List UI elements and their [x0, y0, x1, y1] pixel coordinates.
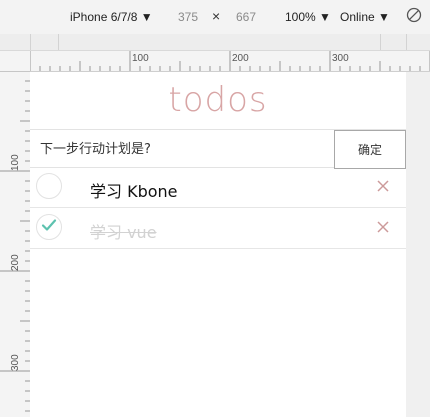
ruler-left-label: 300 [10, 354, 21, 371]
ruler-top-label: 100 [132, 53, 149, 64]
page-viewport: todos 确定 学习 Kbone 学习 vue [30, 72, 406, 417]
close-icon[interactable] [373, 217, 393, 237]
dimension-separator: × [212, 8, 221, 24]
ruler-corner [0, 51, 31, 72]
confirm-button[interactable]: 确定 [334, 130, 406, 169]
device-select[interactable]: iPhone 6/7/8 ▼ [70, 10, 153, 24]
viewport-gutter [406, 72, 430, 417]
close-icon[interactable] [373, 176, 393, 196]
ruler-top-label: 300 [332, 53, 349, 64]
viewport-width[interactable]: 375 [178, 10, 198, 24]
app-title: todos [168, 80, 268, 120]
zoom-select[interactable]: 100% ▼ [285, 10, 331, 24]
todo-label[interactable]: 学习 Kbone [90, 178, 178, 202]
todo-item: 学习 Kbone [30, 168, 406, 208]
ruler-left-label: 200 [10, 254, 21, 271]
ruler-top: 100 200 300 [30, 51, 430, 72]
ruler-left-label: 100 [10, 154, 21, 171]
new-todo-input[interactable] [38, 130, 332, 169]
network-select[interactable]: Online ▼ [340, 10, 390, 24]
media-query-bar [0, 34, 430, 51]
todo-label[interactable]: 学习 vue [90, 219, 157, 243]
checkmark-icon [41, 218, 57, 237]
ruler-top-label: 200 [232, 53, 249, 64]
toggle-checkbox[interactable] [36, 173, 62, 199]
new-todo-row: 确定 [30, 129, 406, 169]
ruler-left: 100 200 300 [0, 71, 31, 417]
viewport-height[interactable]: 667 [236, 10, 256, 24]
device-toolbar: iPhone 6/7/8 ▼ 375 × 667 100% ▼ Online ▼ [0, 0, 430, 35]
rotate-icon[interactable] [405, 6, 423, 24]
toggle-checkbox[interactable] [36, 214, 62, 240]
todo-item: 学习 vue [30, 209, 406, 249]
